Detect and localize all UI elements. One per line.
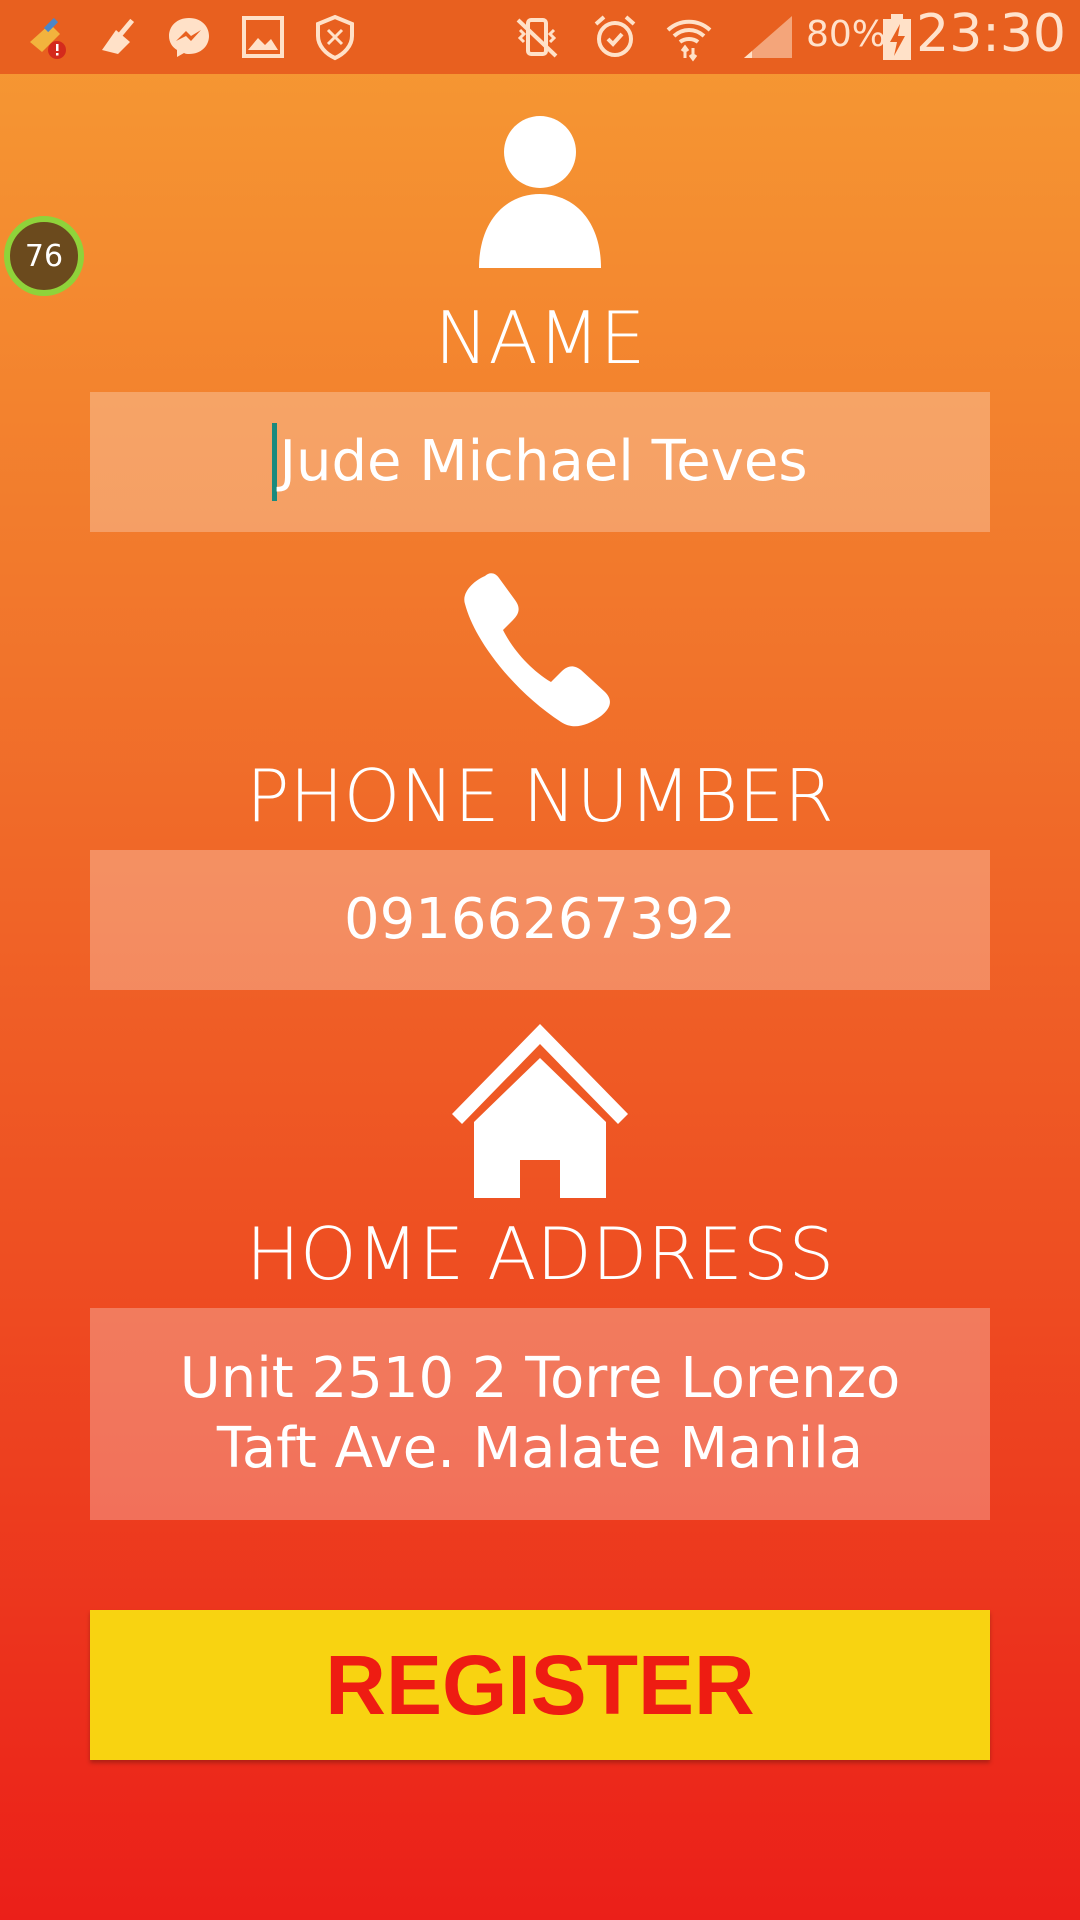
name-field[interactable]: Jude Michael Teves <box>90 392 990 532</box>
address-line-2: Taft Ave. Malate Manila <box>216 1416 864 1481</box>
person-icon <box>0 112 1080 272</box>
broom-icon <box>102 18 135 54</box>
battery-percent: 80% <box>806 14 887 55</box>
shield-icon <box>316 14 354 61</box>
signal-icon <box>744 16 792 58</box>
name-label: NAME <box>434 296 646 380</box>
battery-charging-icon <box>883 14 911 60</box>
messenger-icon <box>169 18 209 57</box>
home-icon <box>0 1018 1080 1200</box>
address-label: HOME ADDRESS <box>245 1212 835 1296</box>
address-field[interactable]: Unit 2510 2 Torre Lorenzo Taft Ave. Mala… <box>90 1308 990 1520</box>
vibrate-icon <box>516 18 558 58</box>
wifi-icon <box>666 19 712 62</box>
gallery-icon <box>242 16 284 58</box>
status-bar: 80% 23:30 <box>0 0 1080 74</box>
phone-value: 09166267392 <box>344 887 736 952</box>
text-cursor <box>272 423 278 501</box>
phone-field[interactable]: 09166267392 <box>90 850 990 990</box>
address-line-1: Unit 2510 2 Torre Lorenzo <box>179 1346 901 1411</box>
phone-icon <box>0 570 1080 736</box>
alarm-icon <box>594 15 636 57</box>
register-button[interactable]: REGISTER <box>90 1610 990 1760</box>
phone-label: PHONE NUMBER <box>246 754 834 838</box>
name-value: Jude Michael Teves <box>279 429 808 494</box>
clock: 23:30 <box>916 4 1066 64</box>
cleaner-alert-icon <box>30 17 66 59</box>
